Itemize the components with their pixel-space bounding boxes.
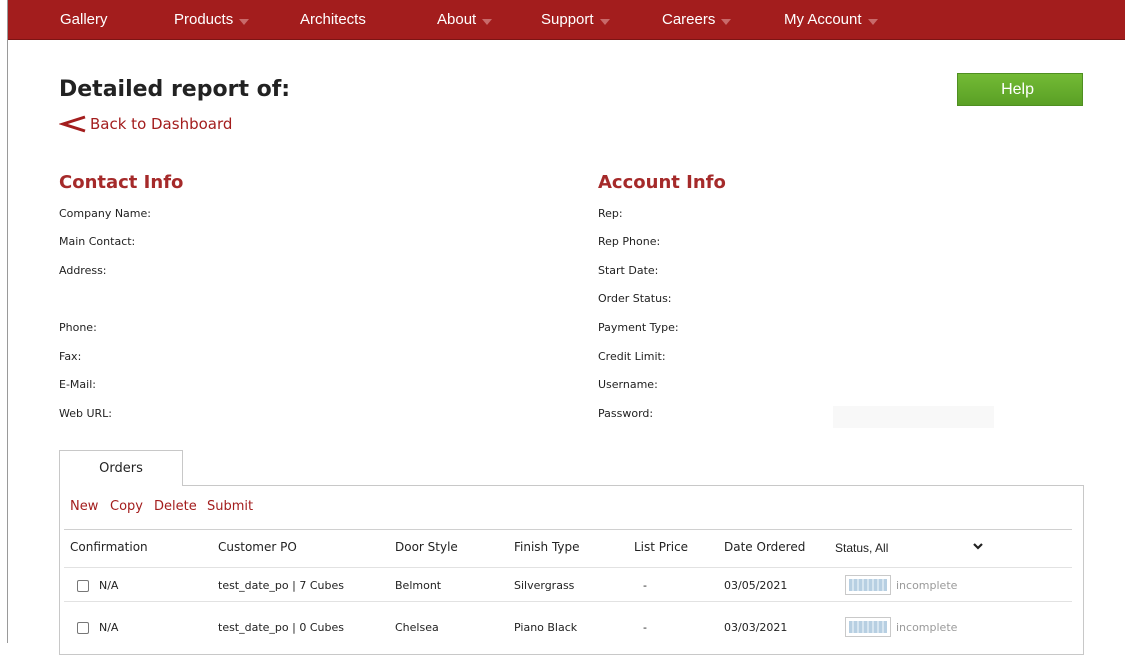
status-badge: incomplete bbox=[896, 621, 958, 634]
order-status-label: Order Status: bbox=[598, 292, 672, 305]
tab-orders[interactable]: Orders bbox=[59, 450, 183, 486]
password-value bbox=[833, 406, 994, 428]
divider bbox=[64, 529, 1072, 530]
row-checkbox[interactable] bbox=[77, 622, 89, 634]
progress-fill bbox=[849, 579, 887, 591]
status-badge: incomplete bbox=[896, 579, 958, 592]
top-navigation: Gallery Products Architects About Suppor… bbox=[8, 0, 1125, 40]
company-name-label: Company Name: bbox=[59, 207, 151, 220]
nav-about-label: About bbox=[437, 11, 477, 28]
row-list-price: - bbox=[643, 579, 647, 592]
nav-support-label: Support bbox=[541, 11, 594, 28]
delete-order-link[interactable]: Delete bbox=[154, 499, 197, 514]
account-info-heading: Account Info bbox=[598, 172, 726, 193]
nav-products-label: Products bbox=[174, 11, 234, 28]
help-button[interactable]: Help bbox=[957, 73, 1083, 106]
progress-fill bbox=[849, 621, 887, 633]
divider bbox=[64, 567, 1072, 568]
chevron-left-icon bbox=[59, 115, 86, 133]
back-to-dashboard-link[interactable]: Back to Dashboard bbox=[59, 113, 232, 135]
status-filter-select[interactable]: Status, All bbox=[835, 541, 888, 555]
nav-architects-label: Architects bbox=[300, 11, 366, 28]
nav-my-account[interactable]: My Account bbox=[784, 0, 878, 39]
row-finish-type: Piano Black bbox=[514, 621, 578, 634]
payment-type-label: Payment Type: bbox=[598, 321, 679, 334]
nav-careers[interactable]: Careers bbox=[662, 0, 732, 39]
email-label: E-Mail: bbox=[59, 378, 96, 391]
column-header-finish-type[interactable]: Finish Type bbox=[514, 540, 580, 554]
column-header-date-ordered[interactable]: Date Ordered bbox=[724, 540, 805, 554]
rep-label: Rep: bbox=[598, 207, 623, 220]
row-date-ordered: 03/03/2021 bbox=[724, 621, 788, 634]
row-date-ordered: 03/05/2021 bbox=[724, 579, 788, 592]
row-customer-po[interactable]: test_date_po | 7 Cubes bbox=[218, 579, 344, 592]
page-title: Detailed report of: bbox=[59, 77, 291, 102]
caret-down-icon bbox=[599, 18, 610, 25]
web-url-label: Web URL: bbox=[59, 407, 113, 420]
submit-order-link[interactable]: Submit bbox=[207, 499, 253, 514]
progress-bar bbox=[845, 575, 891, 595]
nav-support[interactable]: Support bbox=[541, 0, 610, 39]
column-header-customer-po[interactable]: Customer PO bbox=[218, 540, 297, 554]
nav-gallery-label: Gallery bbox=[60, 11, 108, 28]
back-link-label: Back to Dashboard bbox=[90, 115, 233, 133]
caret-down-icon bbox=[239, 18, 250, 25]
column-header-confirmation[interactable]: Confirmation bbox=[70, 540, 148, 554]
phone-label: Phone: bbox=[59, 321, 97, 334]
credit-limit-label: Credit Limit: bbox=[598, 350, 666, 363]
row-finish-type: Silvergrass bbox=[514, 579, 575, 592]
password-label: Password: bbox=[598, 407, 654, 420]
start-date-label: Start Date: bbox=[598, 264, 659, 277]
row-confirmation: N/A bbox=[99, 621, 119, 634]
divider bbox=[64, 601, 1072, 602]
row-checkbox[interactable] bbox=[77, 580, 89, 592]
nav-about[interactable]: About bbox=[437, 0, 493, 39]
contact-info-heading: Contact Info bbox=[59, 172, 184, 193]
main-contact-label: Main Contact: bbox=[59, 235, 136, 248]
column-header-list-price[interactable]: List Price bbox=[634, 540, 688, 554]
row-customer-po[interactable]: test_date_po | 0 Cubes bbox=[218, 621, 344, 634]
row-list-price: - bbox=[643, 621, 647, 634]
fax-label: Fax: bbox=[59, 350, 82, 363]
nav-careers-label: Careers bbox=[662, 11, 716, 28]
row-confirmation: N/A bbox=[99, 579, 119, 592]
rep-phone-label: Rep Phone: bbox=[598, 235, 661, 248]
progress-bar bbox=[845, 617, 891, 637]
window-border bbox=[7, 0, 8, 643]
nav-architects[interactable]: Architects bbox=[300, 0, 366, 39]
row-door-style: Belmont bbox=[395, 579, 442, 592]
new-order-link[interactable]: New bbox=[70, 499, 98, 514]
copy-order-link[interactable]: Copy bbox=[110, 499, 143, 514]
nav-products[interactable]: Products bbox=[174, 0, 250, 39]
chevron-down-icon[interactable] bbox=[972, 541, 984, 551]
nav-gallery[interactable]: Gallery bbox=[60, 0, 108, 39]
row-door-style: Chelsea bbox=[395, 621, 439, 634]
caret-down-icon bbox=[721, 18, 732, 25]
caret-down-icon bbox=[482, 18, 493, 25]
username-label: Username: bbox=[598, 378, 658, 391]
nav-my-account-label: My Account bbox=[784, 11, 862, 28]
column-header-door-style[interactable]: Door Style bbox=[395, 540, 458, 554]
address-label: Address: bbox=[59, 264, 107, 277]
caret-down-icon bbox=[867, 18, 878, 25]
